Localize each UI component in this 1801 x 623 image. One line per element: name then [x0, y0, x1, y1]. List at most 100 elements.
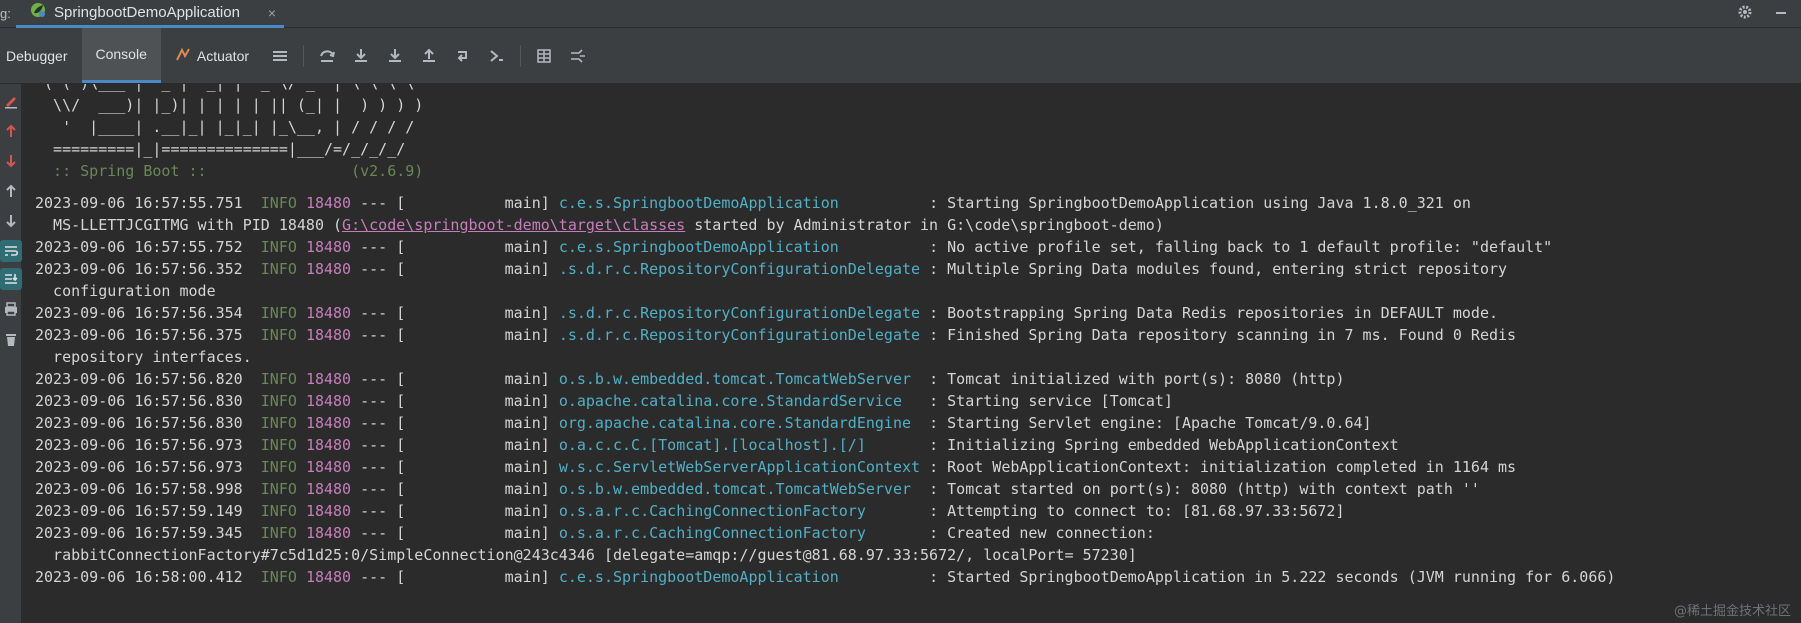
log-message: : Starting SpringbootDemoApplication usi… — [920, 194, 1471, 212]
log-continuation: rabbitConnectionFactory#7c5d1d25:0/Simpl… — [35, 546, 1137, 564]
log-timestamp: 2023-09-06 16:57:59.345 — [35, 524, 243, 542]
log-level: INFO — [260, 194, 297, 212]
log-pid: 18480 — [305, 524, 352, 542]
tab-debugger-label: Debugger — [6, 47, 68, 64]
log-message: : Starting service [Tomcat] — [920, 392, 1173, 410]
scroll-to-end-icon[interactable] — [0, 268, 22, 290]
log-thread: [ main] — [396, 502, 550, 520]
log-pid: 18480 — [305, 370, 352, 388]
log-level: INFO — [260, 568, 297, 586]
log-row: 2023-09-06 16:57:56.352 INFO 18480 --- [… — [35, 258, 1615, 280]
log-message: : Starting Servlet engine: [Apache Tomca… — [920, 414, 1372, 432]
close-icon[interactable]: × — [268, 5, 276, 21]
minimize-icon[interactable] — [1773, 4, 1789, 25]
down-red-icon[interactable] — [0, 150, 22, 172]
step-over-icon[interactable] — [316, 45, 338, 67]
log-separator: --- — [360, 568, 388, 586]
force-step-into-icon[interactable] — [384, 45, 406, 67]
log-separator: --- — [360, 502, 388, 520]
banner-line: ' |____| .__|_| |_|_| |_\__, | / / / / — [35, 118, 415, 136]
log-level: INFO — [260, 502, 297, 520]
streams-icon[interactable] — [567, 45, 589, 67]
log-pid: 18480 — [305, 260, 352, 278]
log-path-link[interactable]: G:\code\springboot-demo\target\classes — [342, 216, 685, 234]
trash-icon[interactable] — [0, 328, 22, 350]
log-thread: [ main] — [396, 436, 550, 454]
log-timestamp: 2023-09-06 16:57:59.149 — [35, 502, 243, 520]
log-timestamp: 2023-09-06 16:57:58.998 — [35, 480, 243, 498]
log-row: 2023-09-06 16:57:56.375 INFO 18480 --- [… — [35, 324, 1615, 346]
run-tab-label: SpringbootDemoApplication — [54, 4, 240, 21]
log-separator: --- — [360, 326, 388, 344]
down-icon[interactable] — [0, 210, 22, 232]
log-thread: [ main] — [396, 260, 550, 278]
log-message: : Tomcat initialized with port(s): 8080 … — [920, 370, 1345, 388]
log-level: INFO — [260, 480, 297, 498]
log-level: INFO — [260, 304, 297, 322]
log-pid: 18480 — [305, 458, 352, 476]
log-pid: 18480 — [305, 414, 352, 432]
log-message: : Tomcat started on port(s): 8080 (http)… — [920, 480, 1480, 498]
log-separator: --- — [360, 304, 388, 322]
log-timestamp: 2023-09-06 16:57:56.830 — [35, 392, 243, 410]
tab-actuator[interactable]: Actuator — [161, 28, 263, 83]
banner-line: =========|_|==============|___/=/_/_/_/ — [35, 140, 406, 158]
run-tab[interactable]: SpringbootDemoApplication × — [16, 0, 284, 28]
spring-banner: ( ( )\___ | '_ | '_| | '_ \/ _` | \ \ \ … — [35, 84, 423, 182]
log-timestamp: 2023-09-06 16:57:56.354 — [35, 304, 243, 322]
log-timestamp: 2023-09-06 16:57:55.751 — [35, 194, 243, 212]
log-logger: o.apache.catalina.core.StandardService — [558, 392, 921, 410]
drop-frame-icon[interactable] — [452, 45, 474, 67]
gear-icon[interactable] — [1737, 4, 1753, 25]
log-pid: 18480 — [305, 502, 352, 520]
log-logger: .s.d.r.c.RepositoryConfigurationDelegate — [558, 326, 921, 344]
toolbar-divider — [520, 44, 522, 67]
log-pid: 18480 — [305, 238, 352, 256]
log-timestamp: 2023-09-06 16:57:56.973 — [35, 458, 243, 476]
log-timestamp: 2023-09-06 16:57:56.973 — [35, 436, 243, 454]
step-into-icon[interactable] — [350, 45, 372, 67]
table-icon[interactable] — [533, 45, 555, 67]
log-pid: 18480 — [305, 568, 352, 586]
step-out-icon[interactable] — [418, 45, 440, 67]
log-thread: [ main] — [396, 524, 550, 542]
log-separator: --- — [360, 458, 388, 476]
log-message: : Started SpringbootDemoApplication in 5… — [920, 568, 1616, 586]
tab-debugger[interactable]: Debugger — [0, 28, 82, 83]
log-list: 2023-09-06 16:57:55.751 INFO 18480 --- [… — [35, 192, 1615, 588]
log-row: 2023-09-06 16:57:55.752 INFO 18480 --- [… — [35, 236, 1615, 258]
print-icon[interactable] — [0, 298, 22, 320]
log-separator: --- — [360, 370, 388, 388]
log-separator: --- — [360, 194, 388, 212]
run-to-cursor-icon[interactable] — [486, 45, 508, 67]
console-output[interactable]: ( ( )\___ | '_ | '_| | '_ \/ _` | \ \ \ … — [23, 84, 1801, 623]
tab-strip-prefix: g: — [0, 6, 11, 21]
log-row: 2023-09-06 16:57:59.345 INFO 18480 --- [… — [35, 522, 1615, 544]
log-continuation: MS-LLETTJCGITMG with PID 18480 ( — [35, 216, 343, 234]
log-row: 2023-09-06 16:57:55.751 INFO 18480 --- [… — [35, 192, 1615, 214]
log-level: INFO — [260, 260, 297, 278]
log-message: : Initializing Spring embedded WebApplic… — [920, 436, 1399, 454]
banner-line: ( ( )\___ | '_ | '_| | '_ \/ _` | \ \ \ … — [35, 84, 414, 92]
log-message: : Bootstrapping Spring Data Redis reposi… — [920, 304, 1499, 322]
log-thread: [ main] — [396, 480, 550, 498]
tab-console[interactable]: Console — [81, 28, 161, 83]
log-thread: [ main] — [396, 568, 550, 586]
log-separator: --- — [360, 524, 388, 542]
log-pid: 18480 — [305, 326, 352, 344]
log-logger: c.e.s.SpringbootDemoApplication — [558, 194, 921, 212]
actuator-icon — [175, 46, 191, 65]
log-separator: --- — [360, 480, 388, 498]
log-continuation: repository interfaces. — [35, 348, 252, 366]
watermark: @稀土掘金技术社区 — [1673, 604, 1791, 619]
up-icon[interactable] — [0, 180, 22, 202]
tab-actuator-label: Actuator — [196, 47, 250, 64]
log-pid: 18480 — [305, 392, 352, 410]
log-continuation: started by Administrator in G:\code\spri… — [685, 216, 1164, 234]
menu-icon[interactable] — [269, 45, 291, 67]
log-thread: [ main] — [396, 304, 550, 322]
log-thread: [ main] — [396, 194, 550, 212]
edit-icon[interactable] — [0, 90, 22, 112]
soft-wrap-icon[interactable] — [0, 240, 22, 262]
up-red-icon[interactable] — [0, 120, 22, 142]
